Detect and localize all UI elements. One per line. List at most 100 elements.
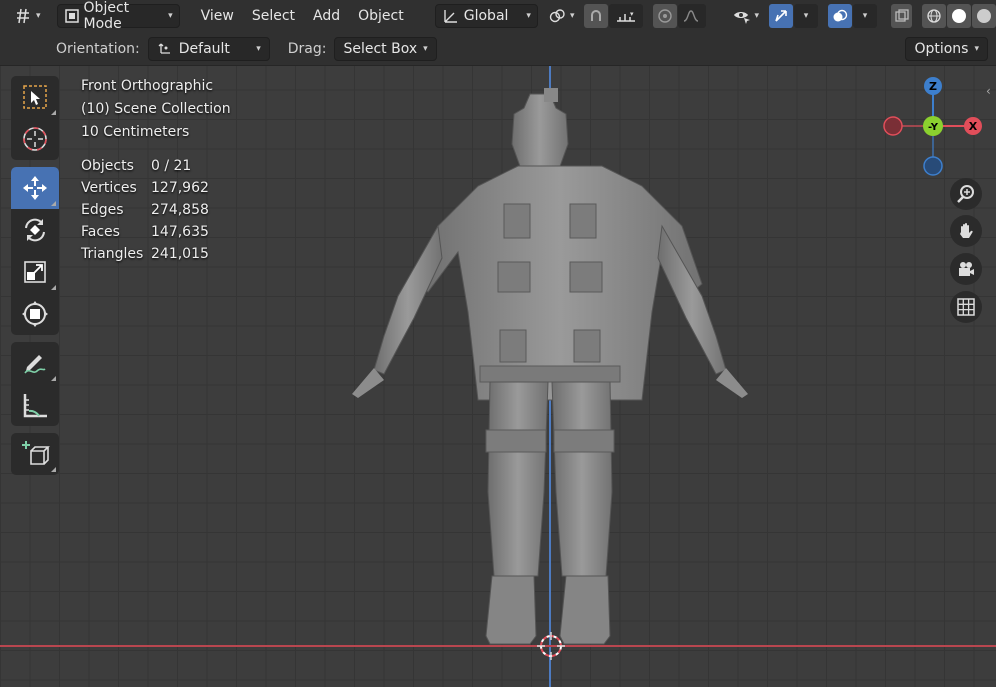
sidebar-toggle-icon[interactable]: ‹ xyxy=(986,84,991,98)
chevron-down-icon: ▾ xyxy=(423,43,428,54)
zoom-magnifier-icon xyxy=(957,185,974,203)
tool-shelf xyxy=(11,76,59,482)
snap-toggle-icon[interactable] xyxy=(584,4,609,28)
scale-icon xyxy=(24,261,46,283)
transform-icon xyxy=(22,301,48,327)
eye-pointer-icon xyxy=(732,7,751,25)
overlays-toggle-icon[interactable] xyxy=(828,4,853,28)
cursor-target-icon xyxy=(23,127,47,151)
svg-text:▾: ▾ xyxy=(630,10,634,18)
gizmo-x-label: X xyxy=(969,120,978,133)
editor-type-button[interactable]: ▾ xyxy=(8,4,47,28)
stat-key: Triangles xyxy=(81,246,144,262)
chevron-down-icon: ▾ xyxy=(569,11,575,21)
menu-add[interactable]: Add xyxy=(306,8,347,24)
chevron-down-icon[interactable]: ▾ xyxy=(794,4,819,28)
menu-object[interactable]: Object xyxy=(351,8,411,24)
grid-scale: 10 Centimeters xyxy=(81,124,190,140)
drag-select[interactable]: Select Box ▾ xyxy=(334,36,437,61)
hand-icon xyxy=(960,223,973,238)
move-arrows-icon xyxy=(23,176,47,200)
character-model[interactable] xyxy=(340,86,760,651)
stat-value: 147,635 xyxy=(151,224,209,240)
falloff-curve-icon[interactable] xyxy=(678,4,707,28)
stat-row: Vertices 127,962 xyxy=(81,177,231,199)
add-cube-tool[interactable] xyxy=(11,433,59,475)
material-shading-icon[interactable] xyxy=(972,4,996,28)
camera-icon xyxy=(959,262,974,276)
menu-view[interactable]: View xyxy=(194,8,241,24)
mode-label: Object Mode xyxy=(83,0,130,32)
tool-group-transform xyxy=(11,167,59,335)
ruler-icon xyxy=(23,394,47,418)
scale-tool[interactable] xyxy=(11,251,59,293)
overlay-group: ▾ xyxy=(828,4,878,28)
chevron-down-icon[interactable]: ▾ xyxy=(853,4,878,28)
orientation-label: Orientation: xyxy=(56,40,140,57)
3d-cursor-icon xyxy=(537,632,565,660)
rotate-tool[interactable] xyxy=(11,209,59,251)
gizmo-y-label: -Y xyxy=(928,122,939,133)
transform-tool[interactable] xyxy=(11,293,59,335)
drag-label: Drag: xyxy=(287,40,327,57)
rotate-icon xyxy=(25,218,45,242)
stat-row: Objects 0 / 21 xyxy=(81,155,231,177)
annotate-tool[interactable] xyxy=(11,342,59,384)
drag-value: Select Box xyxy=(343,40,418,57)
measure-tool[interactable] xyxy=(11,384,59,426)
proportional-edit-group xyxy=(653,4,707,28)
stat-key: Objects xyxy=(81,158,134,174)
3d-viewport[interactable]: Front Orthographic (10) Scene Collection… xyxy=(0,66,996,687)
viewport-header: ▾ Object Mode ▾ View Select Add Object G… xyxy=(0,0,996,32)
shading-group xyxy=(922,4,996,28)
gizmo-toggle-icon[interactable] xyxy=(769,4,794,28)
stat-row: Edges 274,858 xyxy=(81,199,231,221)
chevron-down-icon: ▾ xyxy=(974,44,979,54)
select-box-icon xyxy=(23,85,47,109)
snapping-group: ▾ xyxy=(584,4,644,28)
proportional-edit-icon[interactable] xyxy=(653,4,678,28)
menu-select[interactable]: Select xyxy=(245,8,302,24)
grid-icon xyxy=(957,298,975,316)
move-tool[interactable] xyxy=(11,167,59,209)
orientation-pivot-icon xyxy=(157,39,173,59)
navigation-gizmo[interactable]: Z X -Y xyxy=(876,74,986,184)
orientation-select[interactable]: Default ▾ xyxy=(147,36,270,61)
cursor-tool[interactable] xyxy=(11,118,59,160)
camera-view-button[interactable] xyxy=(950,253,982,285)
toggle-projection-button[interactable] xyxy=(950,291,982,323)
pivot-point-button[interactable]: ▾ xyxy=(542,4,581,28)
solid-shading-icon[interactable] xyxy=(947,4,971,28)
stat-value: 127,962 xyxy=(151,180,209,196)
tool-group-annotate xyxy=(11,342,59,426)
viewport-text-overlay: Front Orthographic (10) Scene Collection… xyxy=(81,75,231,265)
link-icon xyxy=(548,7,566,25)
chevron-down-icon: ▾ xyxy=(754,11,760,21)
selectability-visibility-button[interactable]: ▾ xyxy=(726,4,765,28)
xray-toggle-icon[interactable] xyxy=(891,4,912,28)
grid-axis-icon xyxy=(14,7,32,25)
tool-group-select xyxy=(11,76,59,160)
gizmo-neg-x xyxy=(883,116,903,136)
tool-group-add xyxy=(11,433,59,475)
chevron-down-icon: ▾ xyxy=(168,11,173,21)
stat-value: 274,858 xyxy=(151,202,209,218)
wireframe-shading-icon[interactable] xyxy=(922,4,946,28)
pan-button[interactable] xyxy=(950,215,982,247)
orientation-value: Default xyxy=(178,40,230,57)
snap-increment-icon[interactable]: ▾ xyxy=(609,4,644,28)
stat-key: Edges xyxy=(81,202,124,218)
collection-name: (10) Scene Collection xyxy=(81,101,231,117)
options-label: Options xyxy=(914,41,969,57)
select-box-tool[interactable] xyxy=(11,76,59,118)
zoom-button[interactable] xyxy=(950,178,982,210)
tool-settings-bar: Orientation: Default ▾ Drag: Select Box … xyxy=(0,32,996,66)
mode-select[interactable]: Object Mode ▾ xyxy=(56,0,180,32)
scene-statistics: Objects 0 / 21 Vertices 127,962 Edges 274,8… xyxy=(81,155,231,265)
stat-row: Faces 147,635 xyxy=(81,221,231,243)
orientation-axes-icon xyxy=(442,7,460,25)
transform-orientation-select[interactable]: Global ▾ xyxy=(434,4,538,28)
gizmo-z-label: Z xyxy=(929,80,937,93)
options-dropdown[interactable]: Options ▾ xyxy=(905,37,988,61)
view-name: Front Orthographic xyxy=(81,78,214,94)
